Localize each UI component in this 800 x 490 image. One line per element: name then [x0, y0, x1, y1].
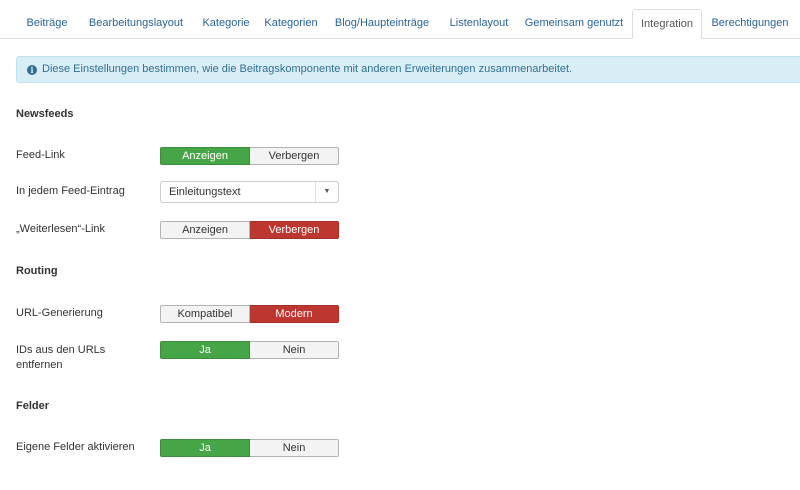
tab-beitraege[interactable]: Beiträge: [16, 9, 78, 38]
feed-link-show-button[interactable]: Anzeigen: [160, 147, 250, 165]
custom-fields-no-button[interactable]: Nein: [250, 439, 339, 457]
feed-link-toggle: Anzeigen Verbergen: [160, 147, 339, 165]
section-title-routing: Routing: [16, 265, 58, 277]
tab-blog-haupteintraege[interactable]: Blog/Haupteinträge: [324, 9, 440, 38]
readmore-toggle: Anzeigen Verbergen: [160, 221, 339, 239]
feed-entry-value: Einleitungstext: [169, 186, 241, 198]
section-title-newsfeeds: Newsfeeds: [16, 108, 74, 120]
remove-ids-yes-button[interactable]: Ja: [160, 341, 250, 359]
tab-bearbeitungslayout[interactable]: Bearbeitungslayout: [80, 9, 192, 38]
chevron-down-icon: ▼: [315, 182, 338, 202]
feed-entry-select[interactable]: Einleitungstext ▼: [160, 181, 339, 203]
tab-bar: Beiträge Bearbeitungslayout Kategorie Ka…: [0, 0, 800, 39]
custom-fields-label: Eigene Felder aktivieren: [16, 441, 135, 453]
info-icon: i: [27, 65, 37, 75]
readmore-show-button[interactable]: Anzeigen: [160, 221, 250, 239]
tab-kategorien[interactable]: Kategorien: [260, 9, 322, 38]
readmore-label: „Weiterlesen“-Link: [16, 223, 106, 235]
custom-fields-toggle: Ja Nein: [160, 439, 339, 457]
feed-link-hide-button[interactable]: Verbergen: [250, 147, 339, 165]
url-gen-compat-button[interactable]: Kompatibel: [160, 305, 250, 323]
alert-text: Diese Einstellungen bestimmen, wie die B…: [42, 63, 573, 75]
section-title-felder: Felder: [16, 400, 50, 412]
remove-ids-label: IDs aus den URLs entfernen: [16, 344, 106, 371]
feed-entry-label: In jedem Feed-Eintrag: [16, 185, 125, 197]
tab-integration[interactable]: Integration: [632, 9, 702, 39]
url-gen-label: URL-Generierung: [16, 307, 103, 319]
tab-listenlayout[interactable]: Listenlayout: [442, 9, 516, 38]
tab-berechtigungen[interactable]: Berechtigungen: [704, 9, 796, 38]
url-gen-modern-button[interactable]: Modern: [250, 305, 339, 323]
remove-ids-toggle: Ja Nein: [160, 341, 339, 359]
tab-kategorie[interactable]: Kategorie: [194, 9, 258, 38]
remove-ids-no-button[interactable]: Nein: [250, 341, 339, 359]
readmore-hide-button[interactable]: Verbergen: [250, 221, 339, 239]
custom-fields-yes-button[interactable]: Ja: [160, 439, 250, 457]
url-gen-toggle: Kompatibel Modern: [160, 305, 339, 323]
tab-gemeinsam-genutzt[interactable]: Gemeinsam genutzt: [518, 9, 630, 38]
feed-link-label: Feed-Link: [16, 149, 65, 161]
info-alert: i Diese Einstellungen bestimmen, wie die …: [16, 56, 800, 83]
